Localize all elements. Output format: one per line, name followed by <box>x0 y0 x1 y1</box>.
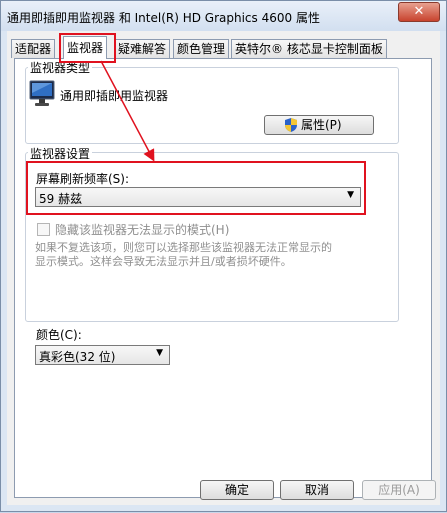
monitor-tab-panel: 监视器类型 通用即插即用监视器 属性(P) 监视器设置 屏幕刷新频率(S): 5… <box>14 58 432 498</box>
help-text-line2: 显示模式。这样会导致无法显示并且/或者损坏硬件。 <box>35 255 292 268</box>
ok-button[interactable]: 确定 <box>200 480 274 500</box>
monitor-properties-button[interactable]: 属性(P) <box>264 115 374 135</box>
monitor-type-legend: 监视器类型 <box>28 59 93 76</box>
tab-color-management[interactable]: 颜色管理 <box>173 39 230 58</box>
title-bar[interactable]: 通用即插即用监视器 和 Intel(R) HD Graphics 4600 属性… <box>1 1 446 31</box>
tab-troubleshoot[interactable]: 疑难解答 <box>114 39 171 58</box>
refresh-rate-label: 屏幕刷新频率(S): <box>36 172 130 186</box>
monitor-settings-legend: 监视器设置 <box>28 145 93 162</box>
monitor-name: 通用即插即用监视器 <box>60 89 169 103</box>
uac-shield-icon <box>285 118 297 137</box>
window-title: 通用即插即用监视器 和 Intel(R) HD Graphics 4600 属性 <box>7 11 320 25</box>
apply-button[interactable]: 应用(A) <box>362 480 436 500</box>
refresh-rate-select[interactable]: 59 赫兹 ▼ <box>35 187 361 207</box>
dialog-client: 适配器 监视器 疑难解答 颜色管理 英特尔® 核芯显卡控制面板 监视器类型 通用… <box>7 31 440 505</box>
properties-dialog: 通用即插即用监视器 和 Intel(R) HD Graphics 4600 属性… <box>0 0 447 512</box>
close-button[interactable]: ✕ <box>398 2 440 22</box>
hide-modes-label: 隐藏该监视器无法显示的模式(H) <box>55 223 230 237</box>
chevron-down-icon: ▼ <box>156 348 163 358</box>
chevron-down-icon: ▼ <box>347 190 354 200</box>
color-label: 颜色(C): <box>36 328 82 342</box>
monitor-icon <box>29 80 55 111</box>
tab-intel-control-panel[interactable]: 英特尔® 核芯显卡控制面板 <box>231 39 387 58</box>
refresh-rate-value: 59 赫兹 <box>39 192 83 206</box>
color-depth-select[interactable]: 真彩色(32 位) ▼ <box>35 345 170 365</box>
tab-monitor[interactable]: 监视器 <box>63 36 108 59</box>
hide-modes-checkbox[interactable] <box>37 223 50 236</box>
cancel-button[interactable]: 取消 <box>280 480 354 500</box>
close-icon: ✕ <box>413 4 425 19</box>
color-depth-value: 真彩色(32 位) <box>39 350 116 364</box>
properties-button-label: 属性(P) <box>301 118 342 132</box>
tab-adapter[interactable]: 适配器 <box>11 39 56 58</box>
